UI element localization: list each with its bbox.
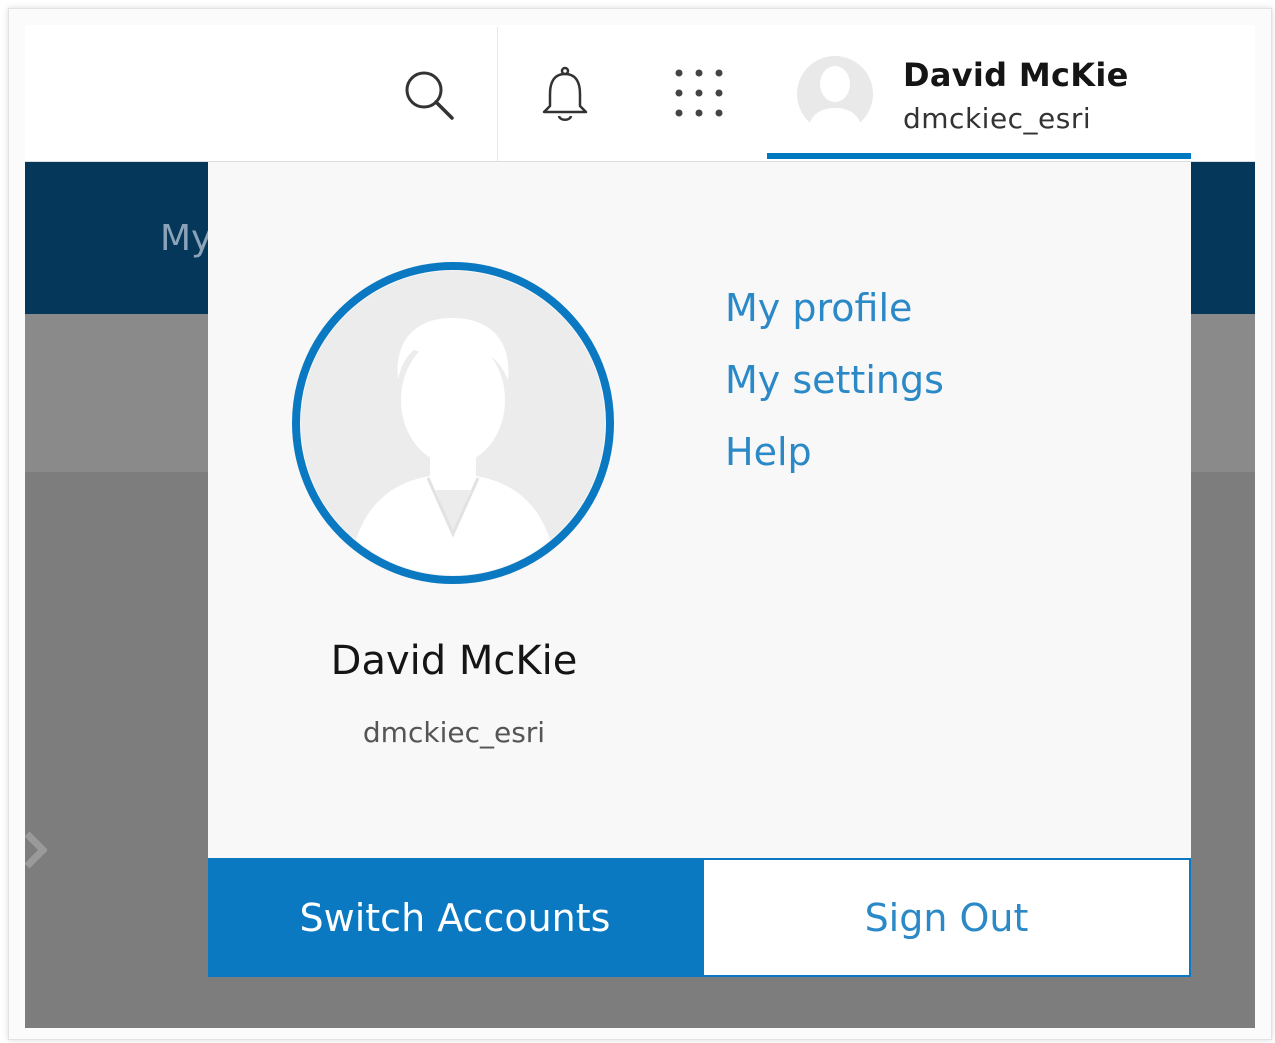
search-icon[interactable] (402, 68, 456, 122)
avatar-icon[interactable] (795, 54, 875, 134)
header-divider (497, 27, 498, 161)
my-profile-link[interactable]: My profile (725, 286, 912, 330)
my-settings-link[interactable]: My settings (725, 358, 944, 402)
switch-accounts-button[interactable]: Switch Accounts (208, 858, 702, 977)
profile-name: David McKie (330, 638, 578, 684)
help-link[interactable]: Help (725, 430, 812, 474)
header-user-name[interactable]: David McKie (903, 56, 1129, 94)
profile-avatar (292, 262, 614, 584)
bell-icon[interactable] (540, 66, 590, 124)
chevron-right-icon[interactable] (25, 830, 47, 870)
sign-out-button[interactable]: Sign Out (702, 858, 1191, 977)
apps-grid-icon[interactable] (672, 66, 726, 120)
profile-username: dmckiec_esri (362, 716, 546, 749)
active-indicator (767, 153, 1191, 159)
header-username[interactable]: dmckiec_esri (903, 102, 1091, 135)
nav-item-partial[interactable]: My (160, 218, 212, 259)
